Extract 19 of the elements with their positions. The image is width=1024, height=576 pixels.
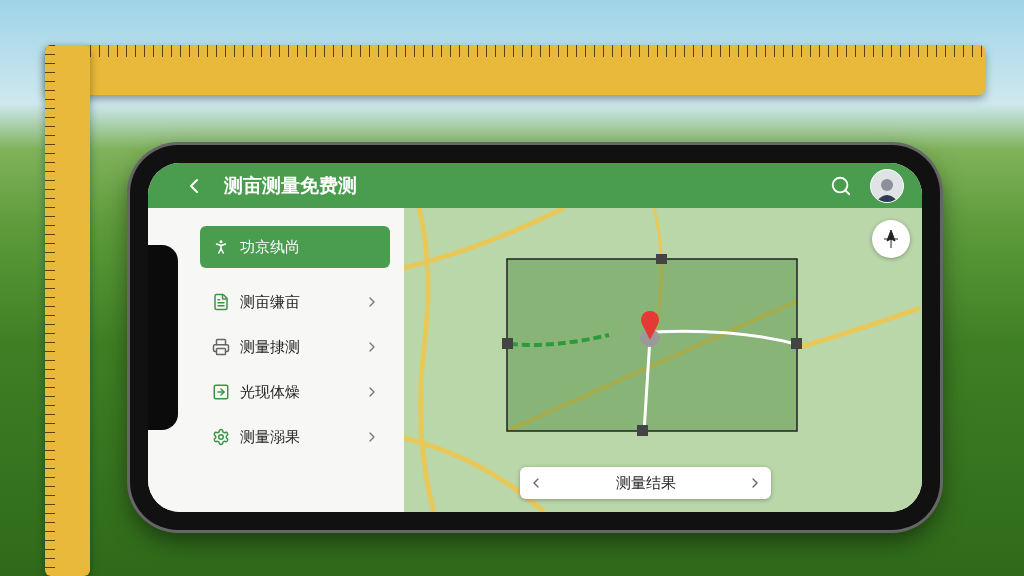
map-view[interactable]: 测量结果 — [404, 208, 922, 512]
drag-handle[interactable] — [637, 425, 648, 436]
drag-handle[interactable] — [502, 338, 513, 349]
menu-item[interactable]: 测亩缣亩 — [200, 281, 390, 323]
drag-handle[interactable] — [791, 338, 802, 349]
compass-button[interactable] — [872, 220, 910, 258]
document-icon — [212, 293, 230, 311]
app-title: 测亩测量免费测 — [224, 172, 358, 198]
printer-icon — [212, 338, 230, 356]
avatar-icon[interactable] — [870, 168, 904, 203]
menu-item[interactable]: 光现体燥 — [200, 371, 390, 413]
settings-icon — [212, 428, 230, 446]
map-pin-icon — [640, 310, 660, 347]
menu-item[interactable]: 测量捸测 — [200, 326, 390, 368]
search-button[interactable] — [830, 174, 852, 197]
result-bar[interactable]: 测量结果 — [520, 467, 771, 499]
menu-item[interactable]: 测量溺果 — [200, 416, 390, 458]
drag-handle[interactable] — [656, 254, 667, 264]
compass-icon — [881, 229, 901, 249]
